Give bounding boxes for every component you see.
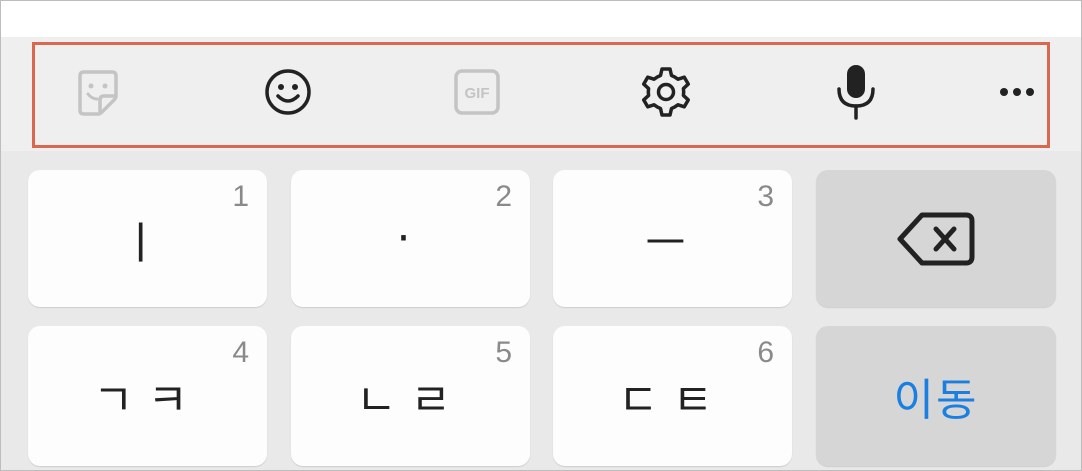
key-char: ㅡ [645, 217, 700, 269]
gif-label: GIF [465, 85, 490, 102]
settings-icon [641, 67, 691, 117]
emoji-button[interactable] [250, 56, 326, 128]
sticker-icon [78, 70, 118, 116]
voice-input-button[interactable] [818, 56, 894, 128]
key-char: ㄴㄹ [356, 375, 465, 426]
key-5[interactable]: 5 ㄴㄹ [291, 326, 530, 466]
keyboard-toolbar [1, 37, 1081, 151]
key-1[interactable]: 1 ㅣ [28, 170, 267, 307]
gif-icon: GIF [454, 69, 500, 115]
microphone-icon [837, 65, 875, 120]
key-4[interactable]: 4 ㄱㅋ [28, 326, 267, 466]
more-icon [1000, 88, 1034, 96]
key-char: ㄱㅋ [93, 375, 202, 426]
key-6[interactable]: 6 ㄷㅌ [553, 326, 792, 466]
go-key-label: 이동 [893, 375, 979, 426]
more-options-button[interactable] [981, 56, 1057, 128]
key-char: ㅣ [120, 217, 175, 269]
settings-button[interactable] [628, 56, 704, 128]
keyboard-screen: GIF 1 ㅣ 2 · 3 ㅡ 4 ㄱㅋ 5 ㄴㄹ 6 ㄷㅌ 이동 [0, 0, 1082, 471]
emoji-icon [265, 69, 311, 115]
key-3[interactable]: 3 ㅡ [553, 170, 792, 307]
backspace-glyph [816, 170, 1056, 307]
key-char: ㄷㅌ [618, 375, 727, 426]
backspace-icon [897, 212, 975, 265]
gif-button[interactable]: GIF [439, 56, 515, 128]
top-blank-area [1, 1, 1081, 37]
sticker-button[interactable] [60, 56, 136, 128]
key-2[interactable]: 2 · [291, 170, 530, 307]
backspace-key[interactable] [816, 170, 1056, 307]
go-key[interactable]: 이동 [816, 326, 1056, 466]
key-char: · [396, 213, 425, 264]
